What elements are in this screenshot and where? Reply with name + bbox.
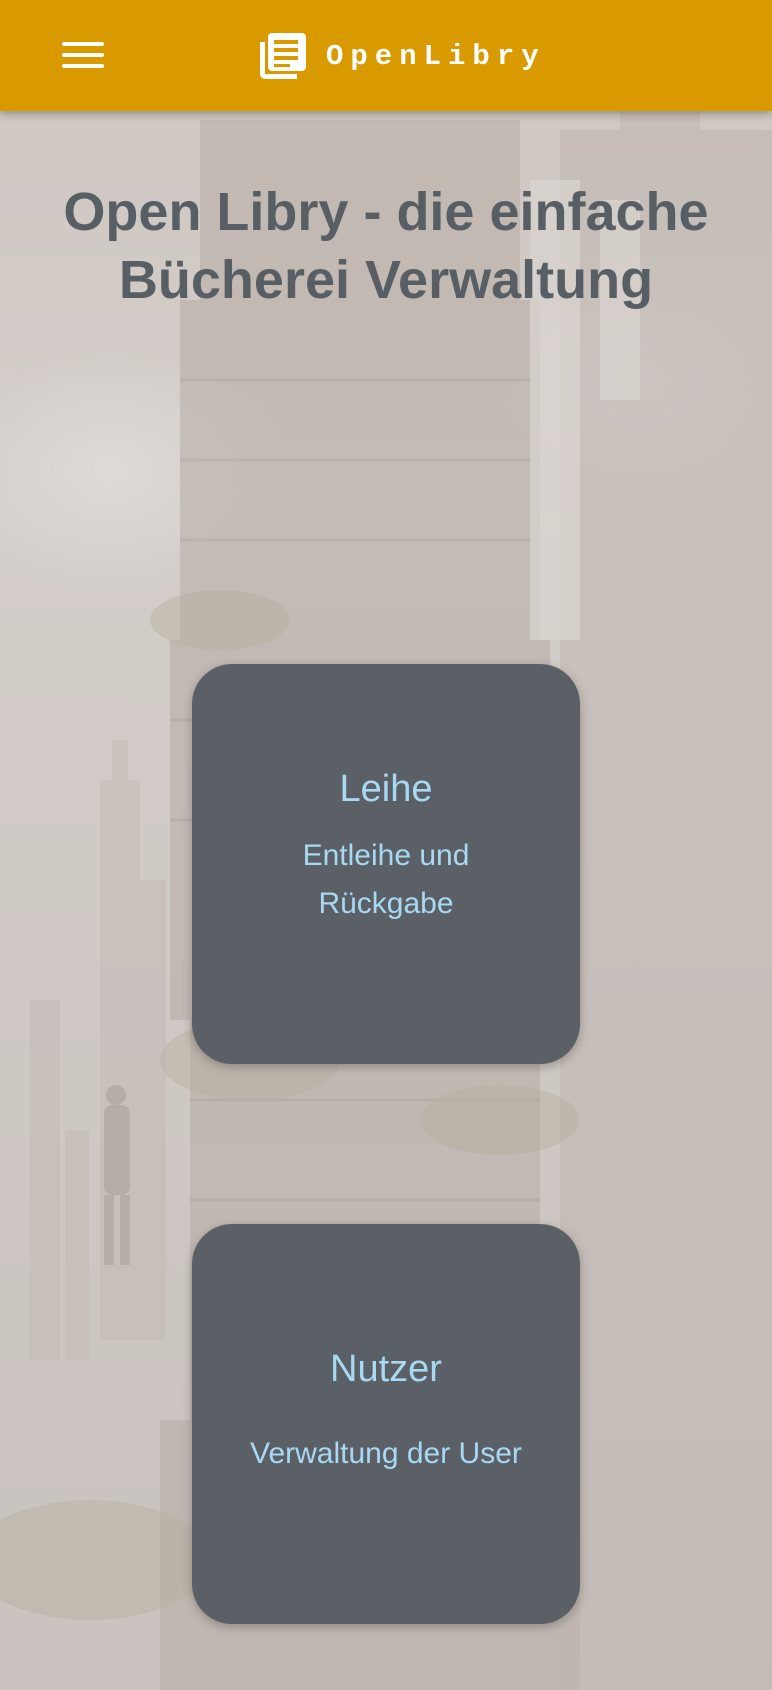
- top-app-bar: OpenLibry: [0, 0, 772, 111]
- card-title: Leihe: [339, 768, 433, 810]
- card-title: Nutzer: [330, 1348, 442, 1390]
- card-subtitle: Verwaltung der User: [250, 1437, 522, 1470]
- leihe-card[interactable]: Leihe Entleihe und Rückgabe: [192, 664, 580, 1064]
- card-subtitle: Entleihe und Rückgabe: [302, 839, 470, 920]
- hamburger-menu-icon[interactable]: [62, 40, 104, 72]
- newspaper-icon: [260, 33, 306, 79]
- page-title: Open Libry - die einfache Bücherei Verwa…: [63, 182, 709, 310]
- nutzer-card[interactable]: Nutzer Verwaltung der User: [192, 1224, 580, 1624]
- brand-logo[interactable]: OpenLibry: [258, 32, 546, 80]
- brand-name: OpenLibry: [326, 39, 546, 73]
